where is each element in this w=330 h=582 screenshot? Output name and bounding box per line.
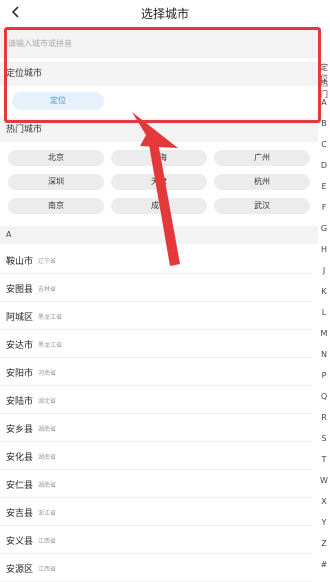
letter-section-header: A — [0, 226, 318, 244]
search-input[interactable] — [8, 33, 308, 53]
hot-city-button[interactable]: 上海 — [111, 150, 207, 166]
city-list-item[interactable]: 安仁县 湖南省 — [0, 470, 312, 498]
city-name: 安乡县 — [6, 425, 34, 435]
hot-city-button[interactable]: 广州 — [214, 150, 310, 166]
city-list-item[interactable]: 安乡县 湖南省 — [0, 414, 312, 442]
city-name: 安吉县 — [6, 509, 34, 519]
city-name: 安义县 — [6, 537, 34, 547]
city-name: 安仁县 — [6, 481, 34, 491]
city-province: 江西省 — [38, 566, 57, 573]
index-item[interactable]: # — [318, 560, 330, 569]
page-title: 选择城市 — [140, 7, 189, 21]
city-list-item[interactable]: 安吉县 浙江省 — [0, 498, 312, 526]
city-province: 浙江省 — [38, 510, 57, 517]
index-item[interactable]: Y — [318, 518, 330, 527]
city-list-item[interactable]: 安图县 吉林省 — [0, 274, 312, 302]
hot-city-button[interactable]: 南京 — [8, 198, 104, 214]
city-province: 湖南省 — [38, 454, 57, 461]
city-name: 安陆市 — [6, 397, 34, 407]
city-province: 黑龙江省 — [38, 342, 63, 349]
hot-city-button[interactable]: 杭州 — [214, 174, 310, 190]
index-item[interactable]: N — [318, 350, 330, 359]
city-province: 黑龙江省 — [38, 314, 63, 321]
hot-city-button[interactable]: 深圳 — [8, 174, 104, 190]
index-item[interactable]: B — [318, 119, 330, 128]
city-list-item[interactable]: 安源区 江西省 — [0, 554, 312, 582]
city-province: 湖南省 — [38, 482, 57, 489]
location-section-header: 定位城市 — [0, 62, 318, 86]
hot-cities-header: 热门城市 — [0, 118, 318, 142]
index-item[interactable]: X — [318, 497, 330, 506]
index-item[interactable]: C — [318, 140, 330, 149]
top-bar: 选择城市 — [0, 0, 330, 24]
city-province: 江西省 — [38, 538, 57, 545]
index-item[interactable]: F — [318, 203, 330, 212]
city-name: 安阳市 — [6, 369, 34, 379]
index-item[interactable]: 热门 — [318, 78, 330, 100]
city-list-item[interactable]: 安化县 湖南省 — [0, 442, 312, 470]
hot-city-button[interactable]: 北京 — [8, 150, 104, 166]
locate-button[interactable]: 定位 — [12, 92, 104, 110]
city-province: 湖南省 — [38, 426, 57, 433]
index-item[interactable]: S — [318, 434, 330, 443]
hot-city-button[interactable]: 武汉 — [214, 198, 310, 214]
city-list-item[interactable]: 安阳市 河南省 — [0, 358, 312, 386]
city-name: 安达市 — [6, 341, 34, 351]
city-province: 吉林省 — [38, 286, 57, 293]
index-item[interactable]: D — [318, 161, 330, 170]
city-list-item[interactable]: 鞍山市 辽宁省 — [0, 246, 312, 274]
city-list-item[interactable]: 安达市 黑龙江省 — [0, 330, 312, 358]
index-item[interactable]: J — [318, 266, 330, 275]
index-item[interactable]: E — [318, 182, 330, 191]
city-province: 辽宁省 — [38, 258, 57, 265]
city-list-item[interactable]: 安义县 江西省 — [0, 526, 312, 554]
index-item[interactable]: Z — [318, 539, 330, 548]
hot-city-button[interactable]: 成都 — [111, 198, 207, 214]
index-item[interactable]: R — [318, 413, 330, 422]
city-name: 阿城区 — [6, 313, 34, 323]
city-name: 安化县 — [6, 453, 34, 463]
index-item[interactable]: Q — [318, 392, 330, 401]
city-province: 河南省 — [38, 370, 57, 377]
city-name: 安源区 — [6, 565, 34, 575]
index-item[interactable]: P — [318, 371, 330, 380]
index-item[interactable]: T — [318, 455, 330, 464]
index-item[interactable]: H — [318, 245, 330, 254]
city-name: 安图县 — [6, 285, 34, 295]
city-name: 鞍山市 — [6, 257, 34, 267]
index-item[interactable]: L — [318, 308, 330, 317]
hot-cities-grid: 北京 上海 广州 深圳 天津 杭州 南京 成都 武汉 — [8, 148, 310, 218]
hot-city-button[interactable]: 天津 — [111, 174, 207, 190]
index-item[interactable]: K — [318, 287, 330, 296]
index-item[interactable]: A — [318, 98, 330, 107]
search-bar — [0, 28, 318, 58]
city-list-item[interactable]: 安陆市 湖北省 — [0, 386, 312, 414]
index-item[interactable]: M — [318, 329, 330, 338]
city-province: 湖北省 — [38, 398, 57, 405]
index-item[interactable]: G — [318, 224, 330, 233]
city-list-item[interactable]: 阿城区 黑龙江省 — [0, 302, 312, 330]
index-item[interactable]: W — [318, 476, 330, 485]
